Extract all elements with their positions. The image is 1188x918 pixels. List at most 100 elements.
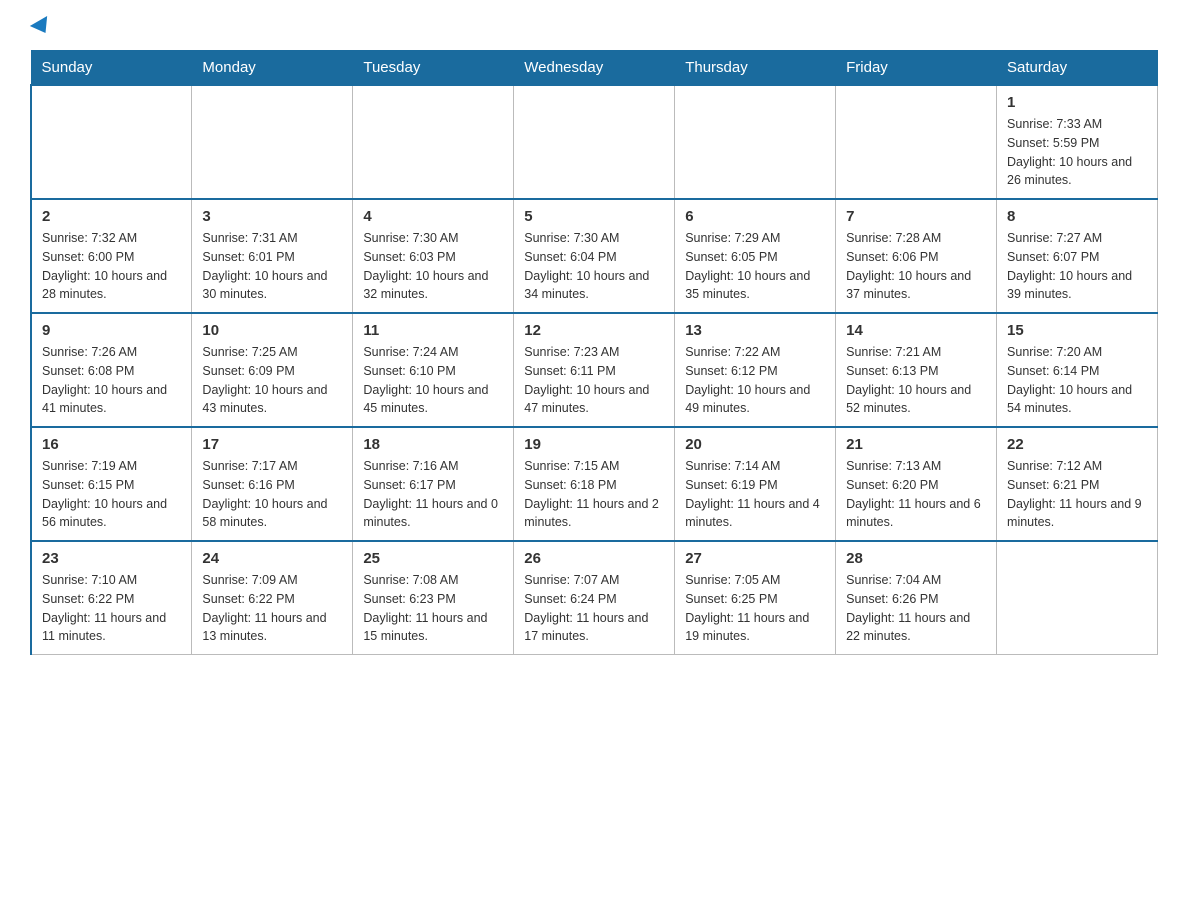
day-info: Sunrise: 7:05 AM Sunset: 6:25 PM Dayligh… [685, 571, 825, 646]
calendar-day: 21 Sunrise: 7:13 AM Sunset: 6:20 PM Dayli… [836, 427, 997, 541]
calendar-day: 2 Sunrise: 7:32 AM Sunset: 6:00 PM Daylig… [31, 199, 192, 313]
weekday-header-row: SundayMondayTuesdayWednesdayThursdayFrid… [31, 51, 1158, 86]
calendar-day: 4 Sunrise: 7:30 AM Sunset: 6:03 PM Daylig… [353, 199, 514, 313]
day-number: 14 [846, 322, 986, 339]
day-number: 19 [524, 436, 664, 453]
calendar-day: 5 Sunrise: 7:30 AM Sunset: 6:04 PM Daylig… [514, 199, 675, 313]
calendar-day: 3 Sunrise: 7:31 AM Sunset: 6:01 PM Daylig… [192, 199, 353, 313]
calendar-day [514, 85, 675, 199]
weekday-header-thursday: Thursday [675, 51, 836, 86]
day-info: Sunrise: 7:30 AM Sunset: 6:04 PM Dayligh… [524, 229, 664, 304]
calendar-day: 8 Sunrise: 7:27 AM Sunset: 6:07 PM Daylig… [997, 199, 1158, 313]
day-number: 27 [685, 550, 825, 567]
logo [30, 20, 54, 34]
day-info: Sunrise: 7:04 AM Sunset: 6:26 PM Dayligh… [846, 571, 986, 646]
calendar-day: 27 Sunrise: 7:05 AM Sunset: 6:25 PM Dayli… [675, 541, 836, 655]
day-number: 7 [846, 208, 986, 225]
day-info: Sunrise: 7:31 AM Sunset: 6:01 PM Dayligh… [202, 229, 342, 304]
day-info: Sunrise: 7:33 AM Sunset: 5:59 PM Dayligh… [1007, 115, 1147, 190]
day-info: Sunrise: 7:21 AM Sunset: 6:13 PM Dayligh… [846, 343, 986, 418]
calendar-day: 9 Sunrise: 7:26 AM Sunset: 6:08 PM Daylig… [31, 313, 192, 427]
day-info: Sunrise: 7:25 AM Sunset: 6:09 PM Dayligh… [202, 343, 342, 418]
calendar-day: 10 Sunrise: 7:25 AM Sunset: 6:09 PM Dayli… [192, 313, 353, 427]
weekday-header-sunday: Sunday [31, 51, 192, 86]
calendar-week-row: 1 Sunrise: 7:33 AM Sunset: 5:59 PM Daylig… [31, 85, 1158, 199]
day-number: 9 [42, 322, 181, 339]
day-number: 5 [524, 208, 664, 225]
page-header [30, 20, 1158, 34]
day-number: 20 [685, 436, 825, 453]
calendar-week-row: 2 Sunrise: 7:32 AM Sunset: 6:00 PM Daylig… [31, 199, 1158, 313]
day-number: 17 [202, 436, 342, 453]
calendar-table: SundayMondayTuesdayWednesdayThursdayFrid… [30, 50, 1158, 655]
day-info: Sunrise: 7:26 AM Sunset: 6:08 PM Dayligh… [42, 343, 181, 418]
calendar-day: 7 Sunrise: 7:28 AM Sunset: 6:06 PM Daylig… [836, 199, 997, 313]
day-info: Sunrise: 7:29 AM Sunset: 6:05 PM Dayligh… [685, 229, 825, 304]
day-number: 25 [363, 550, 503, 567]
day-info: Sunrise: 7:32 AM Sunset: 6:00 PM Dayligh… [42, 229, 181, 304]
calendar-day: 22 Sunrise: 7:12 AM Sunset: 6:21 PM Dayli… [997, 427, 1158, 541]
logo-arrow-icon [30, 16, 54, 38]
calendar-day: 18 Sunrise: 7:16 AM Sunset: 6:17 PM Dayli… [353, 427, 514, 541]
day-number: 18 [363, 436, 503, 453]
calendar-day: 11 Sunrise: 7:24 AM Sunset: 6:10 PM Dayli… [353, 313, 514, 427]
calendar-day: 16 Sunrise: 7:19 AM Sunset: 6:15 PM Dayli… [31, 427, 192, 541]
weekday-header-tuesday: Tuesday [353, 51, 514, 86]
day-number: 13 [685, 322, 825, 339]
day-number: 15 [1007, 322, 1147, 339]
day-number: 22 [1007, 436, 1147, 453]
day-number: 12 [524, 322, 664, 339]
calendar-day: 24 Sunrise: 7:09 AM Sunset: 6:22 PM Dayli… [192, 541, 353, 655]
day-info: Sunrise: 7:20 AM Sunset: 6:14 PM Dayligh… [1007, 343, 1147, 418]
calendar-day [353, 85, 514, 199]
day-info: Sunrise: 7:30 AM Sunset: 6:03 PM Dayligh… [363, 229, 503, 304]
day-number: 10 [202, 322, 342, 339]
day-number: 3 [202, 208, 342, 225]
day-info: Sunrise: 7:08 AM Sunset: 6:23 PM Dayligh… [363, 571, 503, 646]
day-number: 2 [42, 208, 181, 225]
day-number: 21 [846, 436, 986, 453]
day-number: 23 [42, 550, 181, 567]
calendar-week-row: 23 Sunrise: 7:10 AM Sunset: 6:22 PM Dayli… [31, 541, 1158, 655]
day-number: 1 [1007, 94, 1147, 111]
calendar-day: 28 Sunrise: 7:04 AM Sunset: 6:26 PM Dayli… [836, 541, 997, 655]
calendar-day: 23 Sunrise: 7:10 AM Sunset: 6:22 PM Dayli… [31, 541, 192, 655]
day-info: Sunrise: 7:24 AM Sunset: 6:10 PM Dayligh… [363, 343, 503, 418]
calendar-day: 13Sunrise: 7:22 AM Sunset: 6:12 PM Dayli… [675, 313, 836, 427]
day-info: Sunrise: 7:17 AM Sunset: 6:16 PM Dayligh… [202, 457, 342, 532]
day-number: 11 [363, 322, 503, 339]
day-info: Sunrise: 7:28 AM Sunset: 6:06 PM Dayligh… [846, 229, 986, 304]
weekday-header-monday: Monday [192, 51, 353, 86]
day-info: Sunrise: 7:07 AM Sunset: 6:24 PM Dayligh… [524, 571, 664, 646]
calendar-day: 12 Sunrise: 7:23 AM Sunset: 6:11 PM Dayli… [514, 313, 675, 427]
day-number: 26 [524, 550, 664, 567]
calendar-day: 15 Sunrise: 7:20 AM Sunset: 6:14 PM Dayli… [997, 313, 1158, 427]
calendar-day: 6 Sunrise: 7:29 AM Sunset: 6:05 PM Daylig… [675, 199, 836, 313]
day-info: Sunrise: 7:13 AM Sunset: 6:20 PM Dayligh… [846, 457, 986, 532]
day-number: 8 [1007, 208, 1147, 225]
weekday-header-wednesday: Wednesday [514, 51, 675, 86]
day-number: 16 [42, 436, 181, 453]
day-info: Sunrise: 7:15 AM Sunset: 6:18 PM Dayligh… [524, 457, 664, 532]
calendar-day [192, 85, 353, 199]
calendar-day [675, 85, 836, 199]
day-info: Sunrise: 7:19 AM Sunset: 6:15 PM Dayligh… [42, 457, 181, 532]
day-info: Sunrise: 7:14 AM Sunset: 6:19 PM Dayligh… [685, 457, 825, 532]
calendar-week-row: 16 Sunrise: 7:19 AM Sunset: 6:15 PM Dayli… [31, 427, 1158, 541]
calendar-day: 20 Sunrise: 7:14 AM Sunset: 6:19 PM Dayli… [675, 427, 836, 541]
calendar-day [997, 541, 1158, 655]
day-info: Sunrise: 7:12 AM Sunset: 6:21 PM Dayligh… [1007, 457, 1147, 532]
calendar-day: 17 Sunrise: 7:17 AM Sunset: 6:16 PM Dayli… [192, 427, 353, 541]
day-info: Sunrise: 7:10 AM Sunset: 6:22 PM Dayligh… [42, 571, 181, 646]
day-number: 6 [685, 208, 825, 225]
day-info: Sunrise: 7:27 AM Sunset: 6:07 PM Dayligh… [1007, 229, 1147, 304]
day-number: 28 [846, 550, 986, 567]
day-number: 4 [363, 208, 503, 225]
calendar-day: 1 Sunrise: 7:33 AM Sunset: 5:59 PM Daylig… [997, 85, 1158, 199]
day-info: Sunrise: 7:16 AM Sunset: 6:17 PM Dayligh… [363, 457, 503, 532]
day-info: Sunrise: 7:23 AM Sunset: 6:11 PM Dayligh… [524, 343, 664, 418]
calendar-day: 25 Sunrise: 7:08 AM Sunset: 6:23 PM Dayli… [353, 541, 514, 655]
day-info: Sunrise: 7:09 AM Sunset: 6:22 PM Dayligh… [202, 571, 342, 646]
weekday-header-friday: Friday [836, 51, 997, 86]
day-number: 24 [202, 550, 342, 567]
